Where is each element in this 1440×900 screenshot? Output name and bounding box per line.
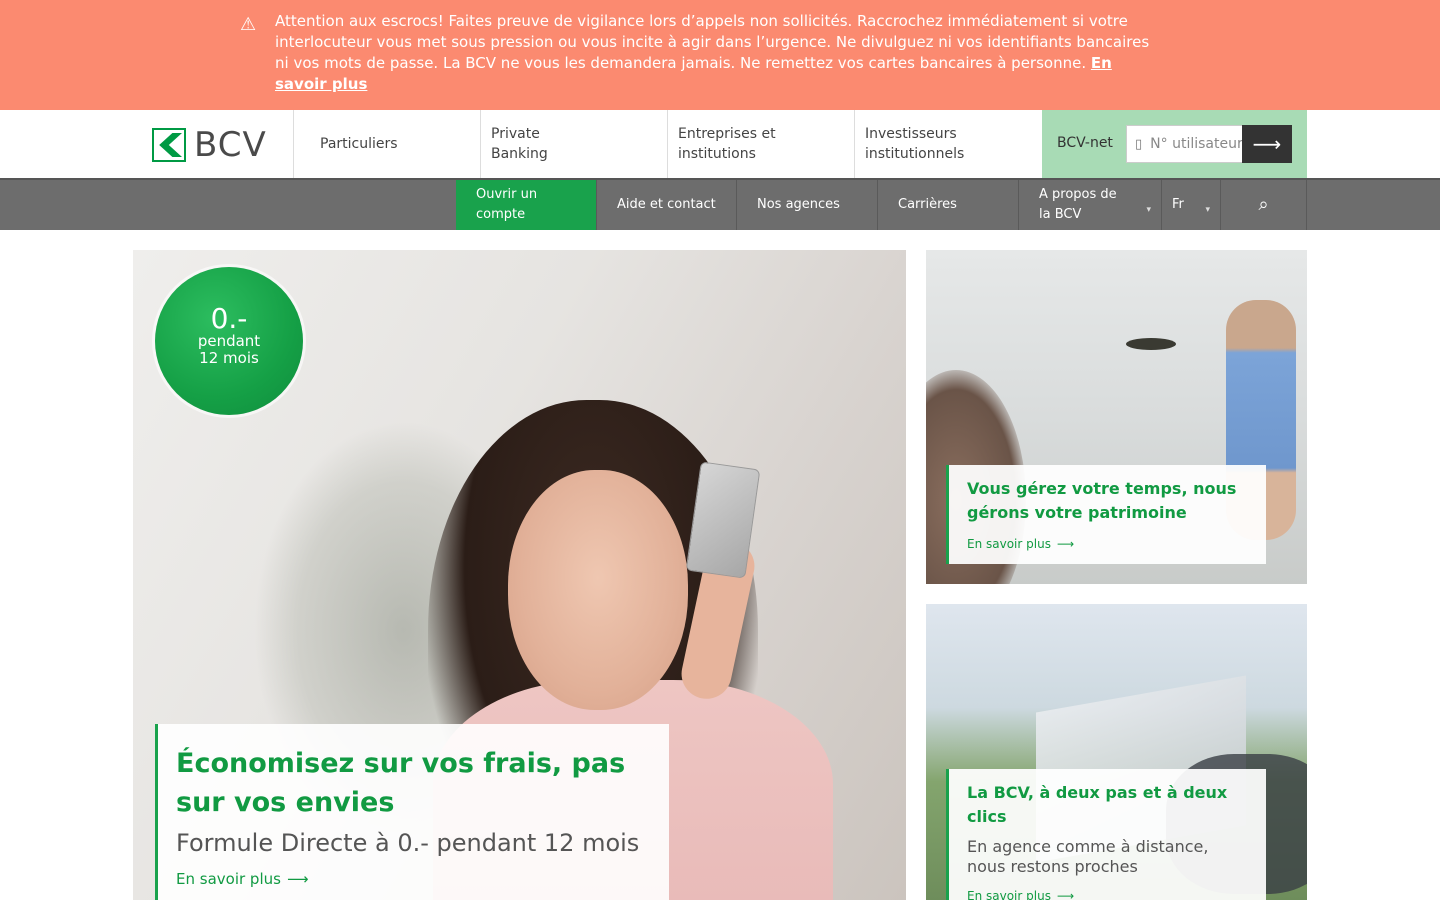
bcvnet-submit-button[interactable]: ⟶	[1242, 125, 1292, 163]
bcvnet-placeholder: N° utilisateur	[1150, 136, 1243, 152]
nav-particuliers-label: Particuliers	[320, 136, 398, 152]
bcv-logo-text: BCV	[194, 125, 267, 165]
language-label: Fr	[1172, 197, 1184, 212]
arrow-right-icon: ⟶	[1056, 537, 1075, 551]
card-text-box: La BCV, à deux pas et à deux clics En ag…	[946, 769, 1266, 900]
hero-more-label: En savoir plus	[176, 870, 281, 888]
card-more-label: En savoir plus	[967, 889, 1051, 900]
nav-entreprises-label: Entreprises et institutions	[678, 126, 776, 162]
card-title: Vous gérez votre temps, nous gérons votr…	[967, 479, 1237, 522]
bcv-logo-icon	[152, 128, 186, 162]
teaser-card-agencies[interactable]: La BCV, à deux pas et à deux clics En ag…	[926, 604, 1307, 900]
search-button[interactable]: ⌕	[1220, 180, 1307, 230]
open-account-label: Ouvrir un compte	[476, 187, 538, 222]
secondary-navigation: Ouvrir un compte Aide et contact Nos age…	[0, 180, 1440, 230]
bcvnet-login: BCV-net ▯ N° utilisateur ⟶	[1042, 110, 1307, 178]
arrow-right-icon: ⟶	[286, 870, 309, 888]
about-label: A propos de la BCV	[1039, 187, 1117, 222]
bcvnet-user-field[interactable]: ▯ N° utilisateur	[1126, 125, 1244, 163]
badge-line1: pendant	[197, 332, 261, 350]
hero-title: Économisez sur vos frais, pas sur vos en…	[176, 748, 626, 818]
chevron-down-icon: ▾	[1205, 205, 1210, 215]
agencies-label: Nos agences	[757, 197, 840, 212]
hero-banner[interactable]: 0.- pendant 12 mois Économisez sur vos f…	[133, 250, 906, 900]
bcv-logo[interactable]: BCV	[152, 128, 267, 162]
nav-entreprises[interactable]: Entreprises et institutions	[667, 110, 854, 178]
open-account-button[interactable]: Ouvrir un compte	[456, 180, 596, 230]
card-title: La BCV, à deux pas et à deux clics	[967, 783, 1228, 826]
warning-icon: ⚠	[240, 14, 257, 35]
card-text-box: Vous gérez votre temps, nous gérons votr…	[946, 465, 1266, 564]
alert-message: Attention aux escrocs! Faites preuve de …	[275, 12, 1150, 72]
bcvnet-label: BCV-net	[1057, 135, 1113, 151]
search-icon: ⌕	[1258, 194, 1269, 215]
hero-face-image	[508, 470, 688, 710]
card-more-link[interactable]: En savoir plus ⟶	[967, 537, 1248, 551]
careers-label: Carrières	[898, 197, 957, 212]
agencies-link[interactable]: Nos agences	[736, 180, 877, 230]
careers-link[interactable]: Carrières	[877, 180, 1018, 230]
nav-private-banking[interactable]: Private Banking	[480, 110, 667, 178]
chevron-down-icon: ▾	[1146, 205, 1151, 215]
help-contact-link[interactable]: Aide et contact	[596, 180, 736, 230]
arrow-right-icon: ⟶	[1056, 889, 1075, 900]
ducks-image	[1126, 338, 1176, 350]
fraud-alert-banner: ⚠ Attention aux escrocs! Faites preuve d…	[0, 0, 1440, 110]
card-more-label: En savoir plus	[967, 537, 1051, 551]
alert-text: Attention aux escrocs! Faites preuve de …	[275, 11, 1155, 95]
help-contact-label: Aide et contact	[617, 197, 716, 212]
nav-investisseurs-label: Investisseurs institutionnels	[865, 126, 965, 162]
promo-badge: 0.- pendant 12 mois	[155, 267, 303, 415]
language-selector[interactable]: Fr ▾	[1161, 180, 1220, 230]
about-menu[interactable]: A propos de la BCV ▾	[1018, 180, 1161, 230]
teaser-card-wealth[interactable]: Vous gérez votre temps, nous gérons votr…	[926, 250, 1307, 584]
hero-text-box: Économisez sur vos frais, pas sur vos en…	[155, 724, 669, 900]
arrow-right-icon: ⟶	[1252, 132, 1282, 156]
nav-investisseurs[interactable]: Investisseurs institutionnels	[854, 110, 1042, 178]
hero-more-link[interactable]: En savoir plus ⟶	[176, 870, 651, 888]
nav-particuliers[interactable]: Particuliers	[293, 110, 480, 178]
main-navigation: BCV Particuliers Private Banking Entrepr…	[0, 110, 1440, 180]
badge-line2: 12 mois	[199, 349, 259, 367]
card-more-link[interactable]: En savoir plus ⟶	[967, 889, 1248, 900]
hero-subtitle: Formule Directe à 0.- pendant 12 mois	[176, 829, 640, 857]
card-subtitle: En agence comme à distance, nous restons…	[967, 837, 1209, 876]
user-icon: ▯	[1135, 136, 1143, 152]
nav-private-banking-label: Private Banking	[491, 126, 548, 162]
badge-price: 0.-	[210, 302, 248, 335]
